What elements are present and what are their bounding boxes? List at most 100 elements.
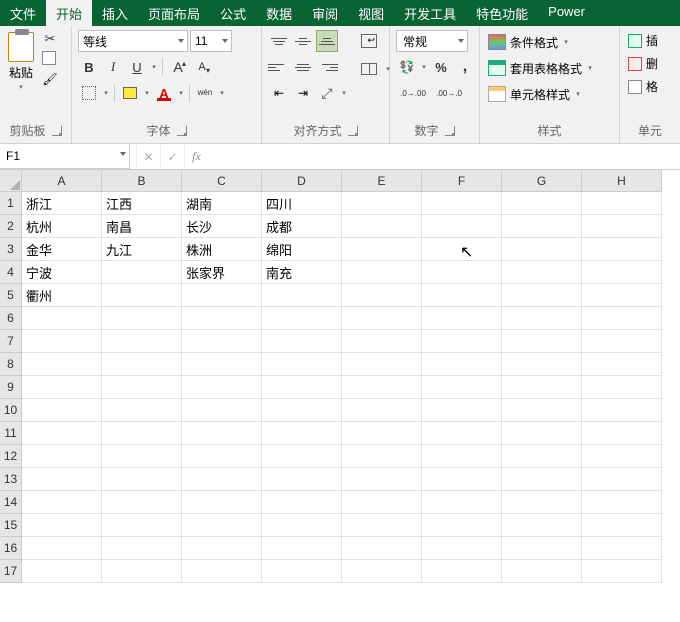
row-header-2[interactable]: 2 (0, 215, 22, 238)
cell-A5[interactable]: 衢州 (22, 284, 102, 307)
underline-button[interactable]: U (126, 56, 148, 78)
tab-data[interactable]: 数据 (256, 0, 302, 26)
cell-G8[interactable] (502, 353, 582, 376)
accounting-format-button[interactable] (396, 56, 418, 78)
cell-A10[interactable] (22, 399, 102, 422)
cell-B6[interactable] (102, 307, 182, 330)
cell-B10[interactable] (102, 399, 182, 422)
row-header-7[interactable]: 7 (0, 330, 22, 353)
phonetic-button[interactable] (194, 82, 216, 104)
column-header-E[interactable]: E (342, 170, 422, 192)
decrease-decimal-button[interactable] (432, 82, 466, 104)
cell-F17[interactable] (422, 560, 502, 583)
cell-B14[interactable] (102, 491, 182, 514)
conditional-format-button[interactable]: 条件格式 (486, 30, 572, 54)
delete-cells-button[interactable]: 删 (626, 53, 660, 74)
cell-H7[interactable] (582, 330, 662, 353)
cell-E5[interactable] (342, 284, 422, 307)
font-launcher[interactable] (177, 126, 187, 136)
chevron-down-icon[interactable] (177, 89, 185, 97)
cell-G12[interactable] (502, 445, 582, 468)
column-header-H[interactable]: H (582, 170, 662, 192)
format-cells-button[interactable]: 格 (626, 76, 660, 97)
cell-A7[interactable] (22, 330, 102, 353)
cell-A15[interactable] (22, 514, 102, 537)
number-launcher[interactable] (445, 126, 455, 136)
wrap-text-button[interactable] (356, 30, 382, 52)
cell-B16[interactable] (102, 537, 182, 560)
cell-B17[interactable] (102, 560, 182, 583)
percent-button[interactable] (430, 56, 452, 78)
border-button[interactable] (78, 82, 100, 104)
chevron-down-icon[interactable] (102, 89, 110, 97)
cell-E10[interactable] (342, 399, 422, 422)
cell-B7[interactable] (102, 330, 182, 353)
chevron-down-icon[interactable] (150, 63, 158, 71)
cell-H11[interactable] (582, 422, 662, 445)
cell-F8[interactable] (422, 353, 502, 376)
increase-indent-button[interactable]: ⇥ (292, 82, 314, 104)
cell-E9[interactable] (342, 376, 422, 399)
column-header-C[interactable]: C (182, 170, 262, 192)
enter-button[interactable]: ✓ (160, 144, 184, 169)
cell-A2[interactable]: 杭州 (22, 215, 102, 238)
cell-A11[interactable] (22, 422, 102, 445)
cell-F12[interactable] (422, 445, 502, 468)
cell-H10[interactable] (582, 399, 662, 422)
fx-button[interactable]: fx (184, 144, 208, 169)
cell-D16[interactable] (262, 537, 342, 560)
cell-D2[interactable]: 成都 (262, 215, 342, 238)
cell-B2[interactable]: 南昌 (102, 215, 182, 238)
cell-E2[interactable] (342, 215, 422, 238)
cell-G6[interactable] (502, 307, 582, 330)
align-launcher[interactable] (348, 126, 358, 136)
cell-H13[interactable] (582, 468, 662, 491)
cell-E6[interactable] (342, 307, 422, 330)
increase-decimal-button[interactable] (396, 82, 430, 104)
cell-H12[interactable] (582, 445, 662, 468)
number-format-select[interactable]: 常规 (396, 30, 468, 52)
cell-C6[interactable] (182, 307, 262, 330)
row-header-14[interactable]: 14 (0, 491, 22, 514)
align-bottom-button[interactable] (316, 30, 338, 52)
cell-G15[interactable] (502, 514, 582, 537)
tab-insert[interactable]: 插入 (92, 0, 138, 26)
cell-C3[interactable]: 株洲 (182, 238, 262, 261)
cell-B3[interactable]: 九江 (102, 238, 182, 261)
cell-C5[interactable] (182, 284, 262, 307)
tab-view[interactable]: 视图 (348, 0, 394, 26)
row-header-5[interactable]: 5 (0, 284, 22, 307)
cell-D15[interactable] (262, 514, 342, 537)
cell-H5[interactable] (582, 284, 662, 307)
cell-F7[interactable] (422, 330, 502, 353)
cell-F9[interactable] (422, 376, 502, 399)
cell-A17[interactable] (22, 560, 102, 583)
cell-D1[interactable]: 四川 (262, 192, 342, 215)
cell-C7[interactable] (182, 330, 262, 353)
cell-C1[interactable]: 湖南 (182, 192, 262, 215)
row-header-17[interactable]: 17 (0, 560, 22, 583)
row-header-1[interactable]: 1 (0, 192, 22, 215)
chevron-down-icon[interactable] (218, 89, 226, 97)
cell-D6[interactable] (262, 307, 342, 330)
cell-F1[interactable] (422, 192, 502, 215)
cell-D17[interactable] (262, 560, 342, 583)
format-painter-button[interactable] (40, 70, 60, 88)
row-header-10[interactable]: 10 (0, 399, 22, 422)
align-right-button[interactable] (316, 56, 338, 78)
copy-button[interactable] (40, 50, 60, 68)
row-header-6[interactable]: 6 (0, 307, 22, 330)
cell-D14[interactable] (262, 491, 342, 514)
tab-file[interactable]: 文件 (0, 0, 46, 26)
row-header-4[interactable]: 4 (0, 261, 22, 284)
chevron-down-icon[interactable] (143, 89, 151, 97)
italic-button[interactable]: I (102, 56, 124, 78)
paste-button[interactable]: 粘贴 (6, 30, 36, 93)
select-all-corner[interactable] (0, 170, 22, 192)
row-header-16[interactable]: 16 (0, 537, 22, 560)
tab-formulas[interactable]: 公式 (210, 0, 256, 26)
cell-A1[interactable]: 浙江 (22, 192, 102, 215)
cell-C2[interactable]: 长沙 (182, 215, 262, 238)
cell-C15[interactable] (182, 514, 262, 537)
cell-styles-button[interactable]: 单元格样式 (486, 82, 584, 106)
